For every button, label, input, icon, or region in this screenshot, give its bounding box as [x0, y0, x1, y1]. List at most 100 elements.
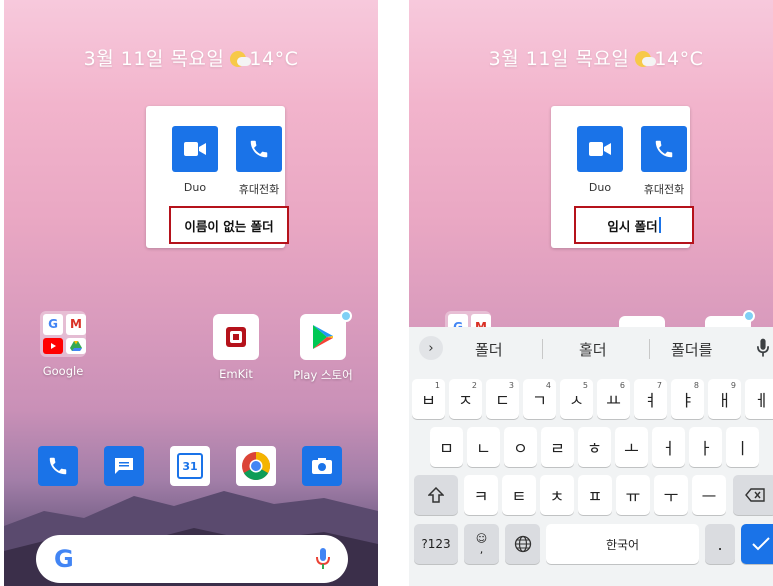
notification-dot [340, 310, 352, 322]
key[interactable]: ㄷ3 [486, 379, 519, 419]
key[interactable]: ㅡ [692, 475, 726, 515]
suggestion-1[interactable]: 폴더 [475, 339, 503, 360]
key[interactable]: ㅐ9 [708, 379, 741, 419]
phone-icon [236, 126, 282, 172]
key[interactable]: ㅎ [578, 427, 611, 467]
globe-key[interactable] [505, 524, 540, 564]
app-label: 휴대전화 [643, 183, 685, 196]
chrome-icon[interactable] [236, 446, 276, 486]
calendar-day: 31 [177, 453, 203, 479]
key-number-hint: 7 [656, 381, 662, 390]
key[interactable]: ㄹ [541, 427, 574, 467]
notification-dot [743, 310, 755, 322]
key-number-hint: 1 [434, 381, 440, 390]
key[interactable]: ㅍ [578, 475, 612, 515]
suggestion-strip: › 폴더 홀더 폴더를 [409, 327, 773, 369]
folder-popup: Duo 휴대전화 임시 폴더 [551, 106, 694, 248]
key[interactable]: ㅗ [615, 427, 648, 467]
phone-icon[interactable] [38, 446, 78, 486]
microphone-icon[interactable] [757, 338, 769, 362]
key[interactable]: ㅌ [502, 475, 536, 515]
date-weather-widget[interactable]: 3월 11일 목요일 14°C [4, 44, 378, 71]
partly-sunny-icon [230, 51, 252, 67]
video-camera-icon [577, 126, 623, 172]
date-text: 3월 11일 목요일 [83, 48, 225, 70]
key-number-hint: 2 [471, 381, 477, 390]
key[interactable]: ㅏ [689, 427, 722, 467]
folder-app-phone[interactable]: 휴대전화 [639, 126, 689, 197]
key[interactable]: ㅈ2 [449, 379, 482, 419]
checkmark-icon [752, 537, 770, 551]
divider [542, 339, 543, 359]
key[interactable]: ㅜ [654, 475, 688, 515]
calendar-icon[interactable]: 31 [170, 446, 210, 486]
key[interactable]: ㅔ [745, 379, 773, 419]
folder-app-duo[interactable]: Duo [170, 126, 220, 194]
google-folder[interactable]: GM Google [34, 311, 92, 378]
folder-app-duo[interactable]: Duo [575, 126, 625, 194]
key[interactable]: ㅂ1 [412, 379, 445, 419]
key[interactable]: ㄴ [467, 427, 500, 467]
folder-name-text: 임시 폴더 [607, 218, 658, 234]
suggestion-2[interactable]: 홀더 [579, 339, 607, 360]
key[interactable]: ㅑ8 [671, 379, 704, 419]
key[interactable]: ㅁ [430, 427, 463, 467]
app-label: EmKit [219, 367, 253, 381]
key[interactable]: ㅠ [616, 475, 650, 515]
korean-keyboard: › 폴더 홀더 폴더를 ㅂ1ㅈ2ㄷ3ㄱ4ㅅ5ㅛ6ㅕ7ㅑ8ㅐ9ㅔ ㅁㄴㅇㄹㅎㅗㅓㅏ… [409, 327, 773, 586]
home-screen-left: 3월 11일 목요일 14°C Duo 휴대전화 이름이 없는 폴더 GM Goo… [4, 0, 378, 586]
temperature-text: 14°C [654, 48, 704, 70]
folder-app-phone[interactable]: 휴대전화 [234, 126, 284, 197]
backspace-key[interactable] [733, 475, 773, 515]
key[interactable]: ㅣ [726, 427, 759, 467]
app-label: Play 스토어 [293, 368, 353, 382]
key[interactable]: ㅓ [652, 427, 685, 467]
date-weather-widget[interactable]: 3월 11일 목요일 14°C [409, 44, 773, 71]
key[interactable]: ㄱ4 [523, 379, 556, 419]
globe-icon [514, 535, 531, 553]
key[interactable]: ㅇ [504, 427, 537, 467]
chevron-right-icon[interactable]: › [419, 336, 443, 360]
emkit-app[interactable]: EmKit [207, 314, 265, 381]
folder-name-field[interactable]: 이름이 없는 폴더 [169, 206, 289, 244]
key-number-hint: 5 [582, 381, 588, 390]
temperature-text: 14°C [249, 48, 299, 70]
key-number-hint: 9 [730, 381, 736, 390]
suggestion-3[interactable]: 폴더를 [671, 339, 712, 360]
space-key[interactable]: 한국어 [546, 524, 699, 564]
app-label: Duo [588, 181, 612, 194]
microphone-icon[interactable] [316, 548, 330, 574]
key[interactable]: ㅛ6 [597, 379, 630, 419]
enter-key[interactable] [741, 524, 773, 564]
divider [649, 339, 650, 359]
symbols-key[interactable]: ?123 [414, 524, 458, 564]
key-number-hint: 6 [619, 381, 625, 390]
emkit-icon [213, 314, 259, 360]
key[interactable]: ㅅ5 [560, 379, 593, 419]
emoji-comma-key[interactable]: ☺, [464, 524, 499, 564]
home-screen-right: 3월 11일 목요일14°C Duo 휴대전화 임시 폴더 GM [409, 0, 773, 586]
app-label: Google [42, 364, 84, 378]
folder-name-text: 이름이 없는 폴더 [184, 218, 274, 234]
date-text: 3월 11일 목요일 [488, 48, 630, 70]
folder-popup: Duo 휴대전화 이름이 없는 폴더 [146, 106, 289, 248]
phone-icon [641, 126, 687, 172]
key[interactable]: ㅊ [540, 475, 574, 515]
app-label: Duo [183, 181, 207, 194]
period-key[interactable]: . [705, 524, 735, 564]
key[interactable]: ㅕ7 [634, 379, 667, 419]
folder-name-input[interactable]: 임시 폴더 [574, 206, 694, 244]
google-folder-icon: GM [40, 311, 86, 357]
camera-icon[interactable] [302, 446, 342, 486]
key-number-hint: 3 [508, 381, 514, 390]
shift-key[interactable] [414, 475, 458, 515]
google-search-bar[interactable]: G [36, 535, 348, 583]
partly-sunny-icon [635, 51, 657, 67]
app-label: 휴대전화 [238, 183, 280, 196]
google-g-icon: G [54, 545, 74, 573]
text-cursor [658, 217, 661, 233]
key[interactable]: ㅋ [464, 475, 498, 515]
key-number-hint: 8 [693, 381, 699, 390]
play-store-app[interactable]: Play 스토어 [286, 310, 360, 383]
messages-icon[interactable] [104, 446, 144, 486]
